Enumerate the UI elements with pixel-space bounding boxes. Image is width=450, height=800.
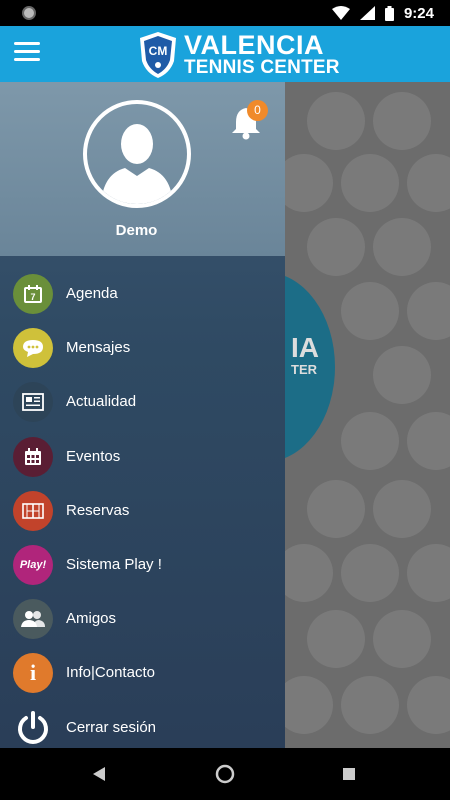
menu-item-label: Amigos — [66, 610, 117, 628]
pattern-circle — [285, 676, 333, 734]
pattern-circle — [307, 480, 365, 538]
court-icon — [13, 490, 53, 531]
friends-icon — [13, 599, 53, 640]
events-calendar-icon — [13, 436, 53, 477]
signal-icon — [360, 6, 375, 20]
notification-count-badge: 0 — [247, 100, 268, 121]
pattern-circle — [341, 676, 399, 734]
pattern-circle — [407, 282, 450, 340]
pattern-circle — [307, 218, 365, 276]
menu-item-label: Info|Contacto — [66, 664, 155, 682]
menu-item-label: Agenda — [66, 285, 118, 302]
calendar-icon: 7 — [13, 274, 53, 314]
menu-item-label: Actualidad — [66, 393, 137, 411]
background-emblem: IA TER — [285, 272, 335, 462]
pattern-circle — [373, 346, 431, 404]
pattern-circle — [285, 544, 333, 602]
home-icon[interactable] — [215, 764, 235, 784]
menu-item-info-contacto[interactable]: i Info|Contacto — [0, 646, 285, 700]
menu-item-reservas[interactable]: Reservas — [0, 484, 285, 538]
recents-icon[interactable] — [342, 767, 356, 781]
app-title-line2: TENNIS CENTER — [184, 56, 340, 78]
back-icon[interactable] — [92, 766, 106, 782]
menu-item-sistema-play[interactable]: Play! Sistema Play ! — [0, 538, 285, 592]
pattern-circle — [373, 480, 431, 538]
play-icon: Play! — [13, 544, 53, 585]
menu-item-agenda[interactable]: 7 Agenda — [0, 267, 285, 321]
emblem-text-1: IA — [291, 332, 319, 363]
power-icon — [13, 708, 53, 748]
battery-icon — [385, 5, 394, 21]
svg-text:7: 7 — [30, 292, 35, 302]
play-icon-text: Play! — [19, 558, 47, 571]
user-name: Demo — [115, 222, 158, 239]
status-bar: 9:24 — [0, 0, 450, 26]
menu-item-amigos[interactable]: Amigos — [0, 592, 285, 646]
app-bar: CM VALENCIA TENNIS CENTER — [0, 26, 450, 82]
menu-item-actualidad[interactable]: Actualidad — [0, 375, 285, 429]
menu-item-label: Eventos — [66, 447, 121, 465]
menu-item-label: Cerrar sesión — [66, 718, 157, 736]
pattern-circle — [307, 92, 365, 150]
menu-icon[interactable] — [14, 42, 40, 64]
pattern-circle — [373, 610, 431, 668]
menu-item-label: Reservas — [66, 501, 130, 519]
pattern-circle — [407, 676, 450, 734]
status-time: 9:24 — [403, 5, 434, 22]
pattern-circle — [341, 544, 399, 602]
logo-badge-text: CM — [149, 44, 168, 58]
pattern-circle — [341, 154, 399, 212]
pattern-circle — [407, 412, 450, 470]
user-silhouette-icon — [101, 124, 173, 204]
menu-item-eventos[interactable]: Eventos — [0, 430, 285, 484]
menu-item-cerrar-sesion[interactable]: Cerrar sesión — [0, 701, 285, 755]
wifi-icon — [332, 6, 350, 20]
avatar[interactable] — [83, 100, 191, 208]
emblem-text-2: TER — [291, 362, 317, 377]
newspaper-icon — [13, 382, 53, 423]
navigation-drawer: Demo 0 7 Agenda Mensajes Actualidad Even… — [0, 82, 285, 748]
chat-icon — [13, 328, 53, 369]
pattern-circle — [285, 154, 333, 212]
app-title-line1: VALENCIA — [184, 30, 325, 61]
pattern-circle — [373, 218, 431, 276]
drawer-header: Demo 0 — [0, 82, 285, 256]
app-logo: CM VALENCIA TENNIS CENTER — [138, 30, 340, 80]
shield-logo-icon: CM — [140, 32, 176, 78]
info-icon: i — [13, 653, 53, 694]
menu-item-label: Mensajes — [66, 339, 131, 357]
menu-item-mensajes[interactable]: Mensajes — [0, 321, 285, 375]
notification-dot-icon — [22, 6, 36, 20]
pattern-circle — [341, 412, 399, 470]
drawer-menu: 7 Agenda Mensajes Actualidad Eventos Res… — [0, 267, 285, 755]
pattern-circle — [341, 282, 399, 340]
pattern-circle — [407, 154, 450, 212]
background-pattern[interactable]: IA TER — [285, 82, 450, 748]
status-icons — [332, 5, 394, 21]
info-icon-text: i — [29, 660, 37, 686]
menu-item-label: Sistema Play ! — [66, 555, 162, 573]
system-navigation-bar — [0, 748, 450, 800]
pattern-circle — [307, 610, 365, 668]
pattern-circle — [407, 544, 450, 602]
pattern-circle — [373, 92, 431, 150]
